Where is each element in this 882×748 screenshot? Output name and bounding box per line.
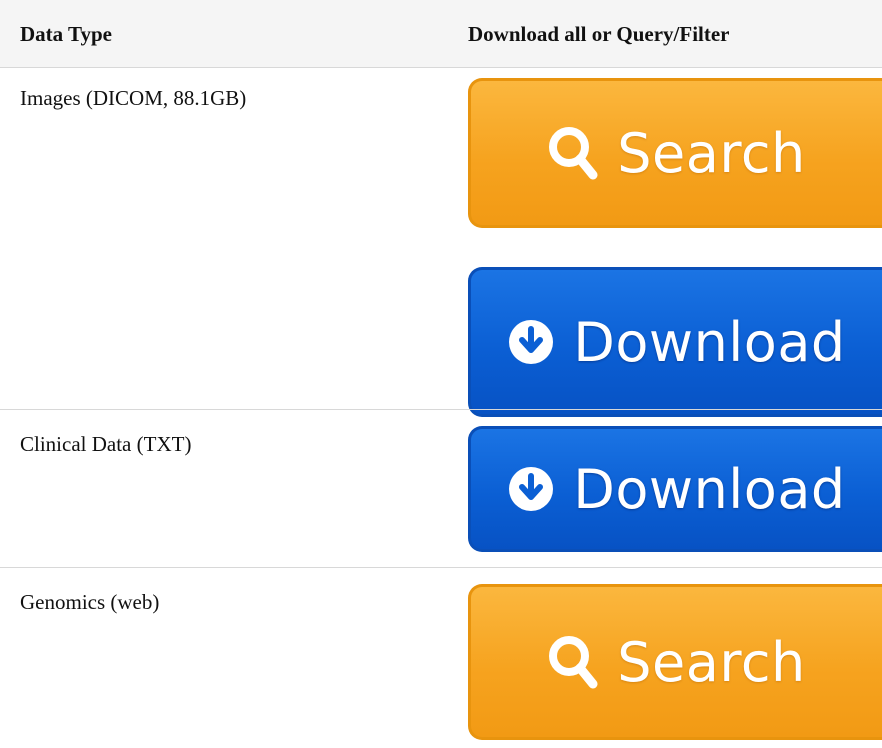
table-header: Data Type Download all or Query/Filter xyxy=(0,0,882,68)
row-label-genomics: Genomics (web) xyxy=(20,590,160,614)
download-icon xyxy=(509,320,554,364)
genomics-search-button[interactable]: Search xyxy=(468,584,882,740)
data-table: Data Type Download all or Query/Filter I… xyxy=(0,0,882,748)
row-divider xyxy=(0,409,882,410)
row-label-clinical: Clinical Data (TXT) xyxy=(20,432,192,456)
images-download-button[interactable]: Download xyxy=(468,267,882,417)
download-icon xyxy=(509,467,554,511)
search-button-label: Search xyxy=(617,121,806,185)
header-download-query: Download all or Query/Filter xyxy=(468,22,730,46)
download-button-label: Download xyxy=(573,310,846,374)
row-label-images: Images (DICOM, 88.1GB) xyxy=(20,86,247,110)
header-data-type: Data Type xyxy=(20,22,112,46)
search-icon xyxy=(549,127,598,180)
images-search-button[interactable]: Search xyxy=(468,78,882,228)
clinical-download-button[interactable]: Download xyxy=(468,426,882,552)
search-button-label: Search xyxy=(617,630,806,694)
search-icon xyxy=(549,636,598,689)
download-button-label: Download xyxy=(573,457,846,521)
row-divider xyxy=(0,567,882,568)
